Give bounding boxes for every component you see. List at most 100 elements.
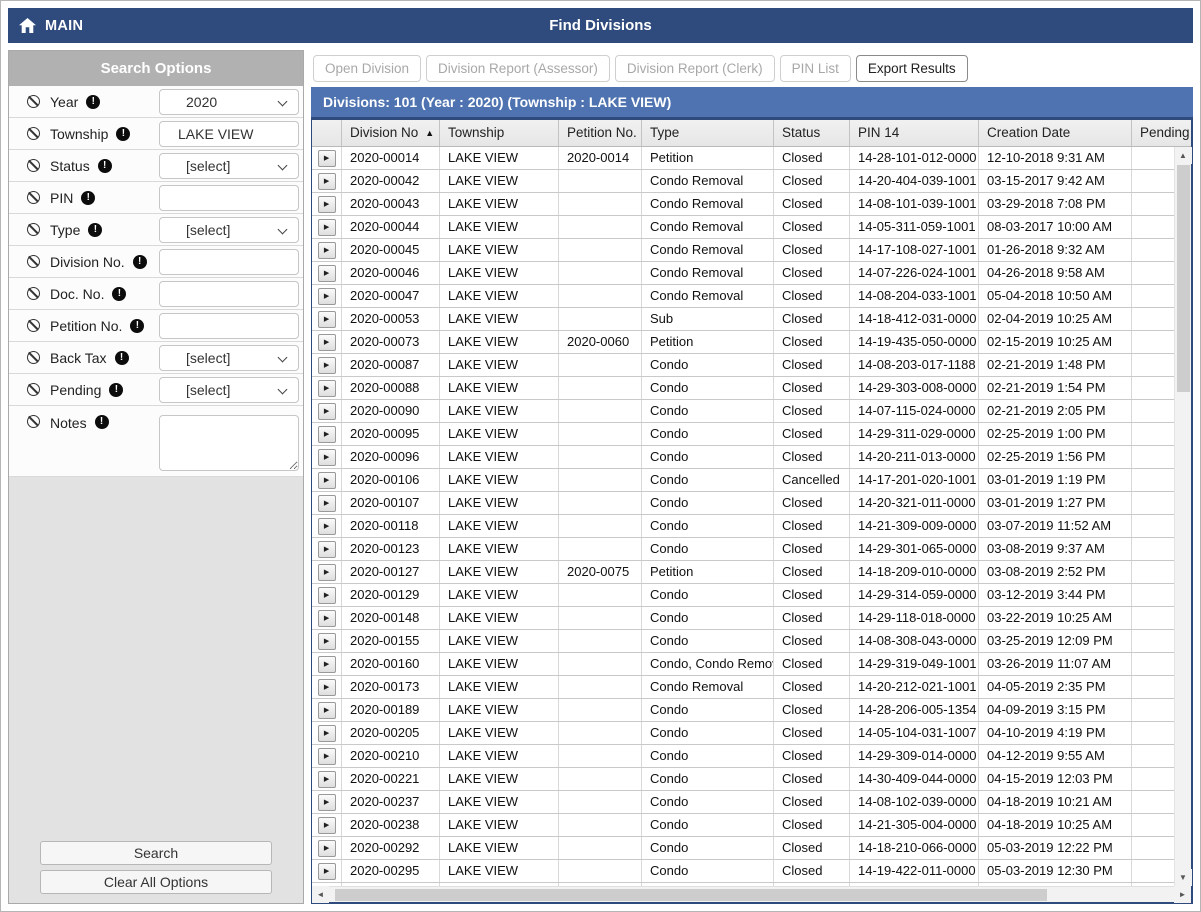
- info-icon[interactable]: !: [116, 127, 130, 141]
- info-icon[interactable]: !: [130, 319, 144, 333]
- expand-row-button[interactable]: ▶: [318, 564, 336, 581]
- table-row[interactable]: ▶2020-00292LAKE VIEWCondoClosed14-18-210…: [312, 837, 1174, 860]
- info-icon[interactable]: !: [133, 255, 147, 269]
- table-row[interactable]: ▶2020-00107LAKE VIEWCondoClosed14-20-321…: [312, 492, 1174, 515]
- horizontal-scrollbar-thumb[interactable]: [335, 889, 1047, 901]
- info-icon[interactable]: !: [81, 191, 95, 205]
- expand-row-button[interactable]: ▶: [318, 472, 336, 489]
- table-row[interactable]: ▶2020-00088LAKE VIEWCondoClosed14-29-303…: [312, 377, 1174, 400]
- pin-list-button[interactable]: PIN List: [780, 55, 851, 82]
- clear-all-options-button[interactable]: Clear All Options: [40, 870, 272, 894]
- info-icon[interactable]: !: [98, 159, 112, 173]
- scroll-right-icon[interactable]: ►: [1174, 886, 1191, 903]
- expand-row-button[interactable]: ▶: [318, 219, 336, 236]
- column-header-creation-date[interactable]: Creation Date: [979, 120, 1132, 146]
- expand-row-button[interactable]: ▶: [318, 840, 336, 857]
- type-select[interactable]: [select]: [159, 217, 299, 243]
- table-row[interactable]: ▶2020-00044LAKE VIEWCondo RemovalClosed1…: [312, 216, 1174, 239]
- table-row[interactable]: ▶2020-00148LAKE VIEWCondoClosed14-29-118…: [312, 607, 1174, 630]
- table-row[interactable]: ▶2020-00155LAKE VIEWCondoClosed14-08-308…: [312, 630, 1174, 653]
- table-row[interactable]: ▶2020-00014LAKE VIEW2020-0014PetitionClo…: [312, 147, 1174, 170]
- expand-row-button[interactable]: ▶: [318, 334, 336, 351]
- open-division-button[interactable]: Open Division: [313, 55, 421, 82]
- table-row[interactable]: ▶2020-00090LAKE VIEWCondoClosed14-07-115…: [312, 400, 1174, 423]
- table-row[interactable]: ▶2020-00160LAKE VIEWCondo, Condo Removal…: [312, 653, 1174, 676]
- table-row[interactable]: ▶2020-00096LAKE VIEWCondoClosed14-20-211…: [312, 446, 1174, 469]
- table-row[interactable]: ▶2020-00053LAKE VIEWSubClosed14-18-412-0…: [312, 308, 1174, 331]
- search-button[interactable]: Search: [40, 841, 272, 865]
- status-select[interactable]: [select]: [159, 153, 299, 179]
- expand-row-button[interactable]: ▶: [318, 679, 336, 696]
- column-header-township[interactable]: Township: [440, 120, 559, 146]
- pin-input[interactable]: [159, 185, 299, 211]
- petition-no-input[interactable]: [159, 313, 299, 339]
- expand-row-button[interactable]: ▶: [318, 426, 336, 443]
- column-header-pin-14[interactable]: PIN 14: [850, 120, 979, 146]
- table-row[interactable]: ▶2020-00045LAKE VIEWCondo RemovalClosed1…: [312, 239, 1174, 262]
- vertical-scrollbar-thumb[interactable]: [1177, 165, 1190, 392]
- table-row[interactable]: ▶2020-00295LAKE VIEWCondoClosed14-19-422…: [312, 860, 1174, 883]
- division-report-clerk-button[interactable]: Division Report (Clerk): [615, 55, 775, 82]
- table-row[interactable]: ▶2020-00046LAKE VIEWCondo RemovalClosed1…: [312, 262, 1174, 285]
- table-row[interactable]: ▶2020-00047LAKE VIEWCondo RemovalClosed1…: [312, 285, 1174, 308]
- no-entry-icon[interactable]: [27, 255, 40, 268]
- no-entry-icon[interactable]: [27, 287, 40, 300]
- expand-row-button[interactable]: ▶: [318, 748, 336, 765]
- expand-row-button[interactable]: ▶: [318, 541, 336, 558]
- expand-row-button[interactable]: ▶: [318, 702, 336, 719]
- column-header-division-no[interactable]: Division No▲: [342, 120, 440, 146]
- expand-row-button[interactable]: ▶: [318, 863, 336, 880]
- no-entry-icon[interactable]: [27, 127, 40, 140]
- expand-row-button[interactable]: ▶: [318, 357, 336, 374]
- table-row[interactable]: ▶2020-00095LAKE VIEWCondoClosed14-29-311…: [312, 423, 1174, 446]
- no-entry-icon[interactable]: [27, 319, 40, 332]
- expand-row-button[interactable]: ▶: [318, 633, 336, 650]
- division-report-assessor-button[interactable]: Division Report (Assessor): [426, 55, 610, 82]
- scroll-left-icon[interactable]: ◄: [312, 886, 329, 903]
- no-entry-icon[interactable]: [27, 223, 40, 236]
- table-row[interactable]: ▶2020-00106LAKE VIEWCondoCancelled14-17-…: [312, 469, 1174, 492]
- no-entry-icon[interactable]: [27, 351, 40, 364]
- expand-row-button[interactable]: ▶: [318, 587, 336, 604]
- division-no-input[interactable]: [159, 249, 299, 275]
- table-row[interactable]: ▶2020-00173LAKE VIEWCondo RemovalClosed1…: [312, 676, 1174, 699]
- table-row[interactable]: ▶2020-00087LAKE VIEWCondoClosed14-08-203…: [312, 354, 1174, 377]
- table-row[interactable]: ▶2020-00205LAKE VIEWCondoClosed14-05-104…: [312, 722, 1174, 745]
- scroll-up-icon[interactable]: ▲: [1175, 147, 1192, 164]
- expand-row-button[interactable]: ▶: [318, 196, 336, 213]
- doc-no-input[interactable]: [159, 281, 299, 307]
- table-row[interactable]: ▶2020-00042LAKE VIEWCondo RemovalClosed1…: [312, 170, 1174, 193]
- info-icon[interactable]: !: [86, 95, 100, 109]
- expand-row-button[interactable]: ▶: [318, 380, 336, 397]
- expand-row-button[interactable]: ▶: [318, 771, 336, 788]
- expand-row-button[interactable]: ▶: [318, 403, 336, 420]
- expand-row-button[interactable]: ▶: [318, 725, 336, 742]
- info-icon[interactable]: !: [109, 383, 123, 397]
- table-row[interactable]: ▶2020-00210LAKE VIEWCondoClosed14-29-309…: [312, 745, 1174, 768]
- year-select[interactable]: 2020: [159, 89, 299, 115]
- expand-row-button[interactable]: ▶: [318, 150, 336, 167]
- no-entry-icon[interactable]: [27, 159, 40, 172]
- expand-row-button[interactable]: ▶: [318, 173, 336, 190]
- export-results-button[interactable]: Export Results: [856, 55, 968, 82]
- township-input[interactable]: [159, 121, 299, 147]
- column-header-type[interactable]: Type: [642, 120, 774, 146]
- scroll-down-icon[interactable]: ▼: [1175, 869, 1192, 886]
- table-row[interactable]: ▶2020-00123LAKE VIEWCondoClosed14-29-301…: [312, 538, 1174, 561]
- no-entry-icon[interactable]: [27, 383, 40, 396]
- vertical-scrollbar[interactable]: ▲ ▼: [1174, 147, 1191, 886]
- main-nav-link[interactable]: MAIN: [19, 18, 83, 34]
- table-row[interactable]: ▶2020-00237LAKE VIEWCondoClosed14-08-102…: [312, 791, 1174, 814]
- expand-row-button[interactable]: ▶: [318, 495, 336, 512]
- table-row[interactable]: ▶2020-00073LAKE VIEW2020-0060PetitionClo…: [312, 331, 1174, 354]
- expand-row-button[interactable]: ▶: [318, 518, 336, 535]
- table-row[interactable]: ▶2020-00129LAKE VIEWCondoClosed14-29-314…: [312, 584, 1174, 607]
- back-tax-select[interactable]: [select]: [159, 345, 299, 371]
- horizontal-scrollbar[interactable]: ◄ ►: [312, 886, 1191, 902]
- table-row[interactable]: ▶2020-00043LAKE VIEWCondo RemovalClosed1…: [312, 193, 1174, 216]
- column-header-status[interactable]: Status: [774, 120, 850, 146]
- expand-row-button[interactable]: ▶: [318, 311, 336, 328]
- expand-row-button[interactable]: ▶: [318, 794, 336, 811]
- table-row[interactable]: ▶2020-00238LAKE VIEWCondoClosed14-21-305…: [312, 814, 1174, 837]
- info-icon[interactable]: !: [115, 351, 129, 365]
